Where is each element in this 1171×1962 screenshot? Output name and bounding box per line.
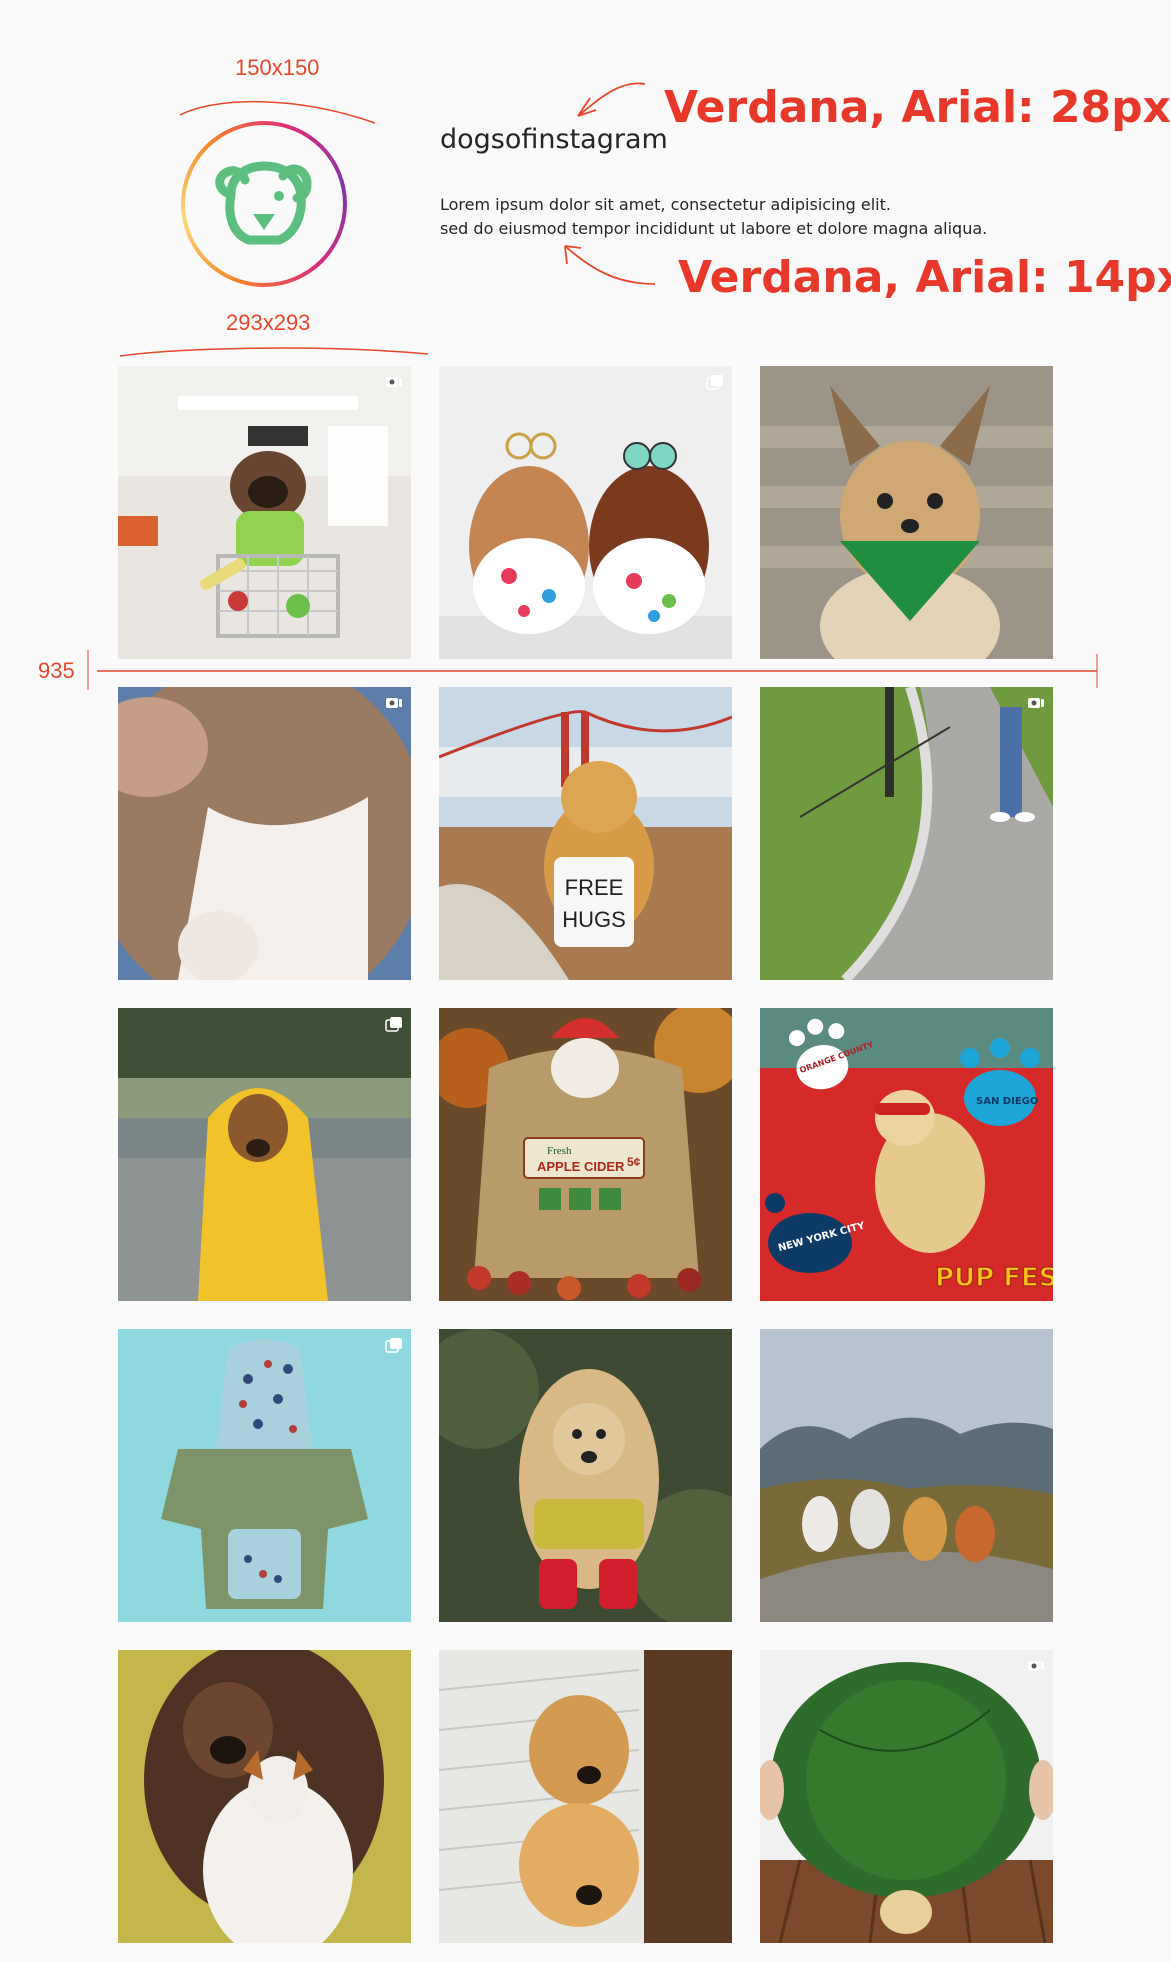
post-tile[interactable] [118, 1008, 411, 1301]
avatar-size-annotation: 150x150 [235, 55, 320, 80]
profile-avatar[interactable] [181, 121, 347, 287]
post-tile[interactable] [118, 1650, 411, 1943]
carousel-icon [385, 1017, 402, 1032]
post-text: HUGS [562, 907, 626, 932]
post-tile[interactable] [118, 687, 411, 980]
post-tile[interactable] [760, 1650, 1053, 1943]
post-tile[interactable] [439, 1650, 732, 1943]
container-width-annotation: 935 [38, 658, 75, 683]
big-dog-hugging-puppy [118, 1650, 411, 1943]
video-icon [386, 698, 402, 708]
posts-grid: FREE HUGS Fresh APPLE CIDER 5¢ ORANGE CO… [118, 366, 1053, 1943]
post-tile[interactable]: FREE HUGS [439, 687, 732, 980]
park-path [760, 687, 1053, 980]
dogs-on-mountain [760, 1329, 1053, 1622]
watermelon-dog [760, 1650, 1053, 1943]
dachshunds-with-sunglasses [439, 366, 732, 659]
bio-font-annotation: Verdana, Arial: 14px [678, 252, 1171, 303]
profile-bio: Lorem ipsum dolor sit amet, consectetur … [440, 193, 987, 241]
post-size-scribble [119, 347, 429, 357]
post-tile[interactable] [760, 687, 1053, 980]
profile-username[interactable]: dogsofinstagram [440, 124, 668, 155]
post-tile[interactable] [760, 1329, 1053, 1622]
post-text: SAN DIEGO [976, 1096, 1038, 1107]
post-text: APPLE CIDER [537, 1159, 625, 1174]
video-icon [1028, 1661, 1044, 1671]
pug-in-shopping-cart [118, 366, 411, 659]
post-text: FREE [565, 875, 624, 900]
yorkie-green-bandana [760, 366, 1053, 659]
post-tile[interactable] [760, 366, 1053, 659]
two-goldens-doorway [439, 1650, 732, 1943]
post-tile[interactable] [439, 1329, 732, 1622]
post-tile[interactable] [118, 1329, 411, 1622]
post-tile[interactable]: Fresh APPLE CIDER 5¢ [439, 1008, 732, 1301]
post-tile[interactable] [118, 366, 411, 659]
post-tile[interactable]: ORANGE COUNTY SAN DIEGO NEW YORK CITY PU… [760, 1008, 1053, 1301]
post-text: Fresh [547, 1145, 572, 1157]
post-tile[interactable] [439, 366, 732, 659]
bio-line-1: Lorem ipsum dolor sit amet, consectetur … [440, 195, 891, 214]
post-text: PUP FEST! [935, 1263, 1053, 1293]
bio-line-2: sed do eiusmod tempor incididunt ut labo… [440, 219, 988, 238]
post-size-annotation: 293x293 [226, 310, 311, 335]
dog-in-yellow-raincoat [118, 1008, 411, 1301]
title-font-arrow [577, 82, 646, 117]
bio-font-arrow [564, 245, 656, 285]
golden-retriever-golden-gate: FREE HUGS [439, 687, 732, 980]
pup-fest-poster: ORANGE COUNTY SAN DIEGO NEW YORK CITY PU… [760, 1008, 1053, 1301]
carousel-icon [385, 1338, 402, 1353]
dino-dog-hoodie [118, 1329, 411, 1622]
spaniel-red-boots [439, 1329, 732, 1622]
title-font-annotation: Verdana, Arial: 28px [664, 82, 1171, 133]
video-icon [386, 377, 402, 387]
video-icon [1028, 698, 1044, 708]
bulldog-apple-basket: Fresh APPLE CIDER 5¢ [439, 1008, 732, 1301]
dog-face-icon [215, 161, 312, 245]
carousel-icon [706, 375, 723, 390]
avatar-inner [185, 125, 343, 283]
puppy-closeup [118, 687, 411, 980]
post-text: 5¢ [627, 1155, 641, 1169]
